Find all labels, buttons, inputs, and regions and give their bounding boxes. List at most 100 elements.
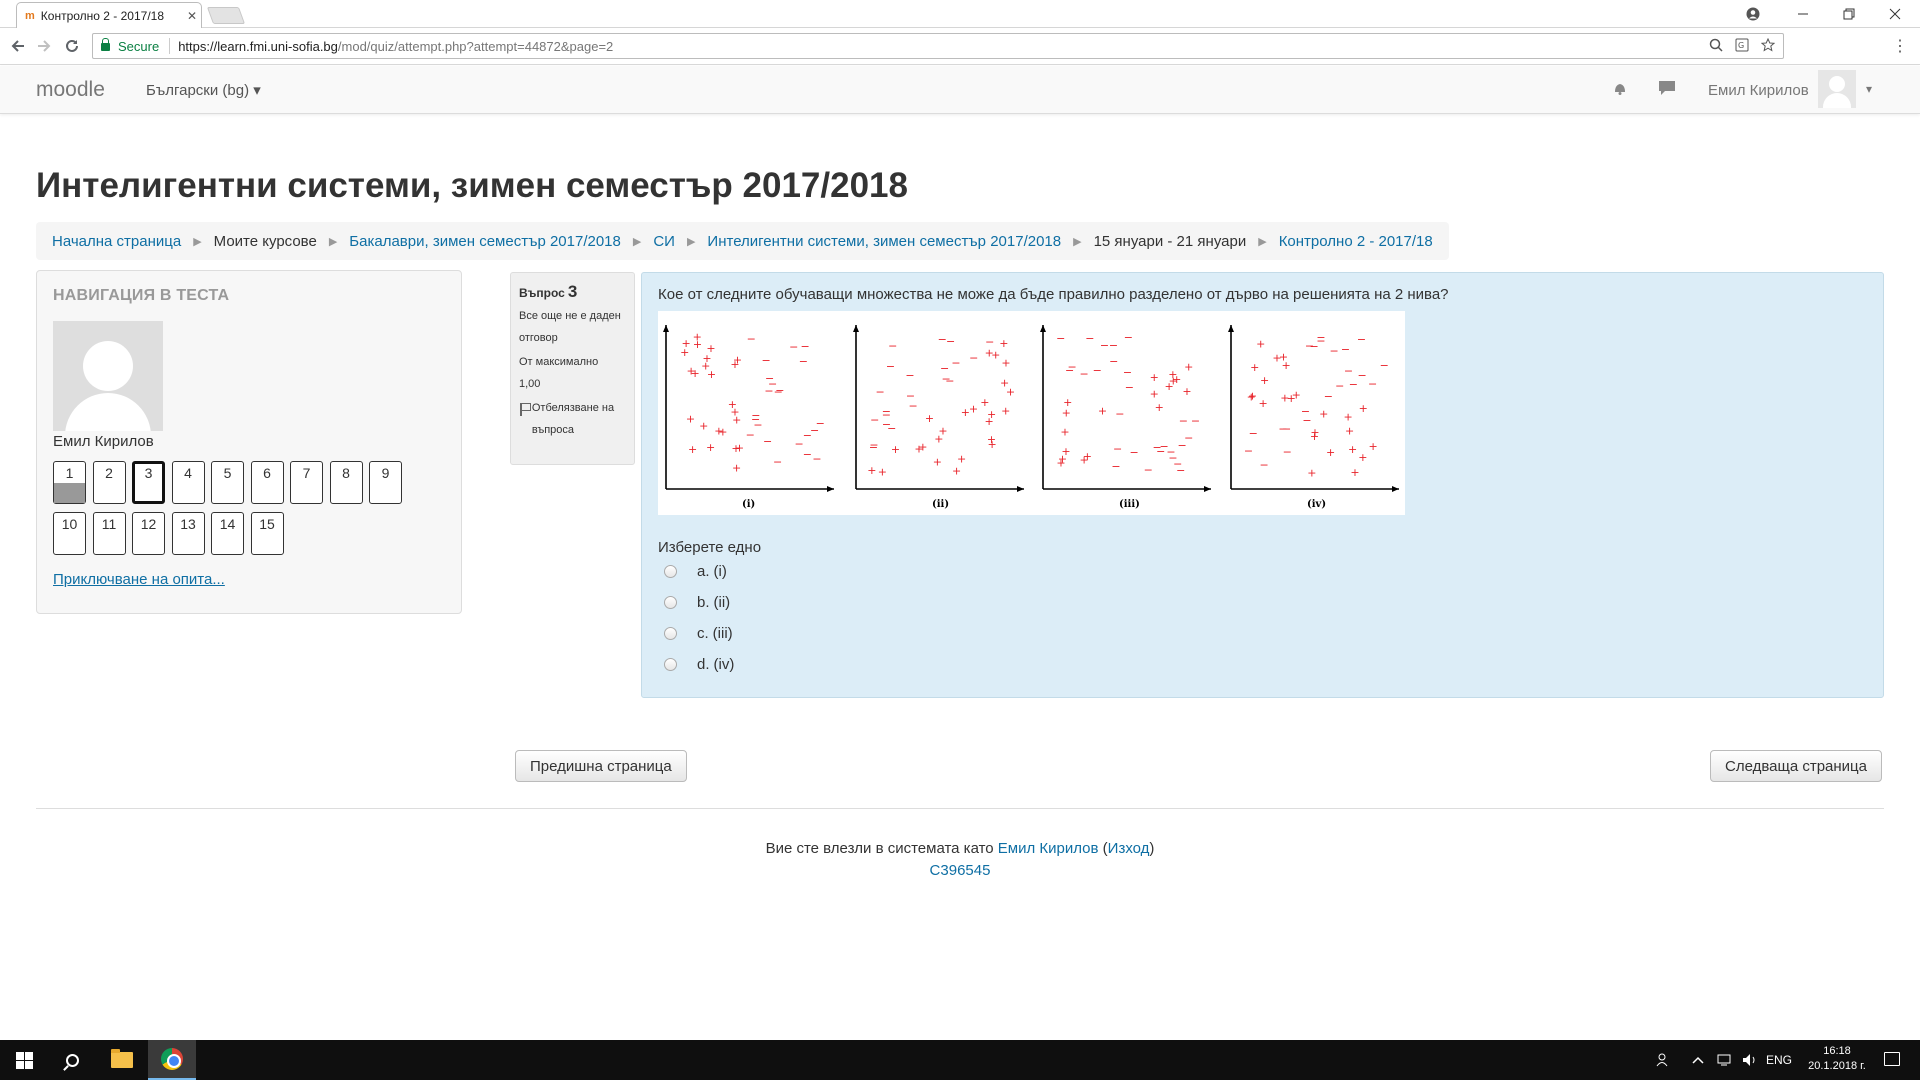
profile-icon[interactable] bbox=[1730, 0, 1776, 28]
quiz-nav-user-name: Емил Кирилов bbox=[53, 433, 154, 450]
answer-option-c[interactable]: c. (iii) bbox=[664, 625, 733, 642]
radio-d[interactable] bbox=[664, 658, 677, 671]
question-nav-button-5[interactable]: 5 bbox=[211, 461, 244, 504]
radio-a[interactable] bbox=[664, 565, 677, 578]
next-page-button[interactable]: Следваща страница bbox=[1710, 750, 1882, 782]
browser-tab-bar: m Контролно 2 - 2017/18 ✕ bbox=[0, 0, 1920, 28]
question-nav-button-12[interactable]: 12 bbox=[132, 512, 165, 555]
language-menu[interactable]: Български (bg) ▾ bbox=[146, 81, 261, 99]
plus-marker: + bbox=[1350, 466, 1359, 479]
minus-marker: − bbox=[1259, 459, 1268, 472]
plus-marker: + bbox=[1172, 373, 1181, 386]
minus-marker: − bbox=[803, 448, 812, 461]
footer-code-link[interactable]: C396545 bbox=[930, 862, 991, 879]
browser-menu-icon[interactable]: ⋮ bbox=[1892, 36, 1908, 56]
lock-icon bbox=[101, 38, 110, 51]
messages-icon[interactable] bbox=[1658, 80, 1676, 101]
question-nav-button-2[interactable]: 2 bbox=[92, 461, 126, 504]
network-icon[interactable] bbox=[1716, 1040, 1734, 1080]
breadcrumb-course[interactable]: Интелигентни системи, зимен семестър 201… bbox=[707, 233, 1061, 250]
minus-marker: − bbox=[1309, 340, 1318, 353]
question-nav-number: 7 bbox=[302, 465, 311, 481]
breadcrumb-home[interactable]: Начална страница bbox=[52, 233, 181, 250]
plus-marker: + bbox=[1358, 451, 1367, 464]
volume-icon[interactable] bbox=[1742, 1040, 1760, 1080]
back-button[interactable] bbox=[6, 34, 30, 58]
y-axis-arrow-icon bbox=[853, 325, 859, 332]
logout-link[interactable]: Изход bbox=[1108, 840, 1150, 857]
minus-marker: − bbox=[951, 357, 960, 370]
action-center-icon[interactable] bbox=[1884, 1052, 1900, 1066]
site-brand[interactable]: moodle bbox=[36, 78, 105, 102]
question-nav-button-10[interactable]: 10 bbox=[53, 512, 86, 555]
input-language[interactable]: ENG bbox=[1766, 1040, 1792, 1080]
question-nav-button-1[interactable]: 1 bbox=[53, 461, 86, 504]
tray-chevron-icon[interactable] bbox=[1692, 1040, 1704, 1080]
breadcrumb-quiz[interactable]: Контролно 2 - 2017/18 bbox=[1279, 233, 1433, 250]
question-nav-button-7[interactable]: 7 bbox=[290, 461, 323, 504]
system-clock[interactable]: 16:18 20.1.2018 г. bbox=[1804, 1044, 1870, 1074]
start-button[interactable] bbox=[0, 1040, 48, 1080]
breadcrumb-separator-icon: ▶ bbox=[328, 235, 338, 248]
plus-marker: + bbox=[1058, 452, 1067, 465]
restore-window-icon[interactable] bbox=[1826, 0, 1872, 28]
minus-marker: − bbox=[876, 385, 885, 398]
bookmark-star-icon[interactable] bbox=[1761, 38, 1775, 52]
tab-close-icon[interactable]: ✕ bbox=[183, 9, 201, 23]
y-axis-arrow-icon bbox=[1040, 325, 1046, 332]
breadcrumb-section: 15 януари - 21 януари bbox=[1093, 232, 1247, 250]
plus-marker: + bbox=[1345, 425, 1354, 438]
user-menu-name[interactable]: Емил Кирилов bbox=[1708, 82, 1809, 99]
radio-b[interactable] bbox=[664, 596, 677, 609]
question-max-value: 1,00 bbox=[519, 378, 541, 390]
breadcrumb-subcategory[interactable]: СИ bbox=[653, 233, 675, 250]
plus-marker: + bbox=[1326, 446, 1335, 459]
new-tab-button[interactable] bbox=[206, 7, 246, 24]
browser-tab[interactable]: m Контролно 2 - 2017/18 ✕ bbox=[16, 2, 202, 28]
close-window-icon[interactable] bbox=[1872, 0, 1918, 28]
question-nav-number: 15 bbox=[259, 516, 275, 532]
search-button[interactable] bbox=[48, 1040, 96, 1080]
minus-marker: − bbox=[751, 409, 760, 422]
question-nav-number: 13 bbox=[180, 516, 196, 532]
minus-marker: − bbox=[1329, 345, 1338, 358]
plus-marker: + bbox=[878, 466, 887, 479]
chrome-taskbar-button[interactable] bbox=[148, 1040, 196, 1080]
plot-label: (ii) bbox=[932, 499, 949, 510]
question-nav-button-6[interactable]: 6 bbox=[250, 461, 284, 504]
forward-button[interactable] bbox=[32, 34, 56, 58]
previous-page-button[interactable]: Предишна страница bbox=[515, 750, 687, 782]
url-input[interactable]: Secure https://learn.fmi.uni-sofia.bg/mo… bbox=[92, 33, 1784, 59]
browser-toolbar: Secure https://learn.fmi.uni-sofia.bg/mo… bbox=[0, 28, 1920, 65]
question-nav-button-8[interactable]: 8 bbox=[329, 461, 363, 504]
question-nav-button-15[interactable]: 15 bbox=[250, 512, 284, 555]
question-nav-number: 1 bbox=[65, 465, 74, 481]
question-nav-button-4[interactable]: 4 bbox=[171, 461, 205, 504]
minus-marker: − bbox=[1278, 423, 1287, 436]
flag-question-toggle[interactable]: Отбелязване на въпроса bbox=[519, 397, 626, 441]
footer-user-link[interactable]: Емил Кирилов bbox=[998, 840, 1099, 857]
question-nav-button-3[interactable]: 3 bbox=[132, 461, 165, 504]
answer-option-d[interactable]: d. (iv) bbox=[664, 656, 734, 673]
minus-marker: − bbox=[1283, 445, 1292, 458]
breadcrumb-category[interactable]: Бакалаври, зимен семестър 2017/2018 bbox=[349, 233, 621, 250]
radio-c[interactable] bbox=[664, 627, 677, 640]
user-menu-caret-icon[interactable]: ▾ bbox=[1866, 82, 1872, 96]
user-avatar[interactable] bbox=[1818, 70, 1856, 108]
minimize-window-icon[interactable] bbox=[1780, 0, 1826, 28]
finish-attempt-link[interactable]: Приключване на опита... bbox=[53, 571, 225, 588]
question-nav-button-14[interactable]: 14 bbox=[211, 512, 244, 555]
question-nav-button-13[interactable]: 13 bbox=[171, 512, 205, 555]
answer-option-a[interactable]: a. (i) bbox=[664, 563, 727, 580]
notification-bell-icon[interactable] bbox=[1612, 80, 1628, 101]
answer-option-b[interactable]: b. (ii) bbox=[664, 594, 730, 611]
people-icon[interactable] bbox=[1656, 1040, 1672, 1080]
question-nav-button-11[interactable]: 11 bbox=[92, 512, 126, 555]
reload-button[interactable] bbox=[60, 34, 84, 58]
zoom-icon[interactable] bbox=[1709, 38, 1723, 52]
question-nav-button-9[interactable]: 9 bbox=[369, 461, 402, 504]
minus-marker: − bbox=[800, 340, 809, 353]
file-explorer-button[interactable] bbox=[98, 1040, 146, 1080]
minus-marker: − bbox=[887, 422, 896, 435]
translate-icon[interactable]: G bbox=[1735, 38, 1749, 52]
